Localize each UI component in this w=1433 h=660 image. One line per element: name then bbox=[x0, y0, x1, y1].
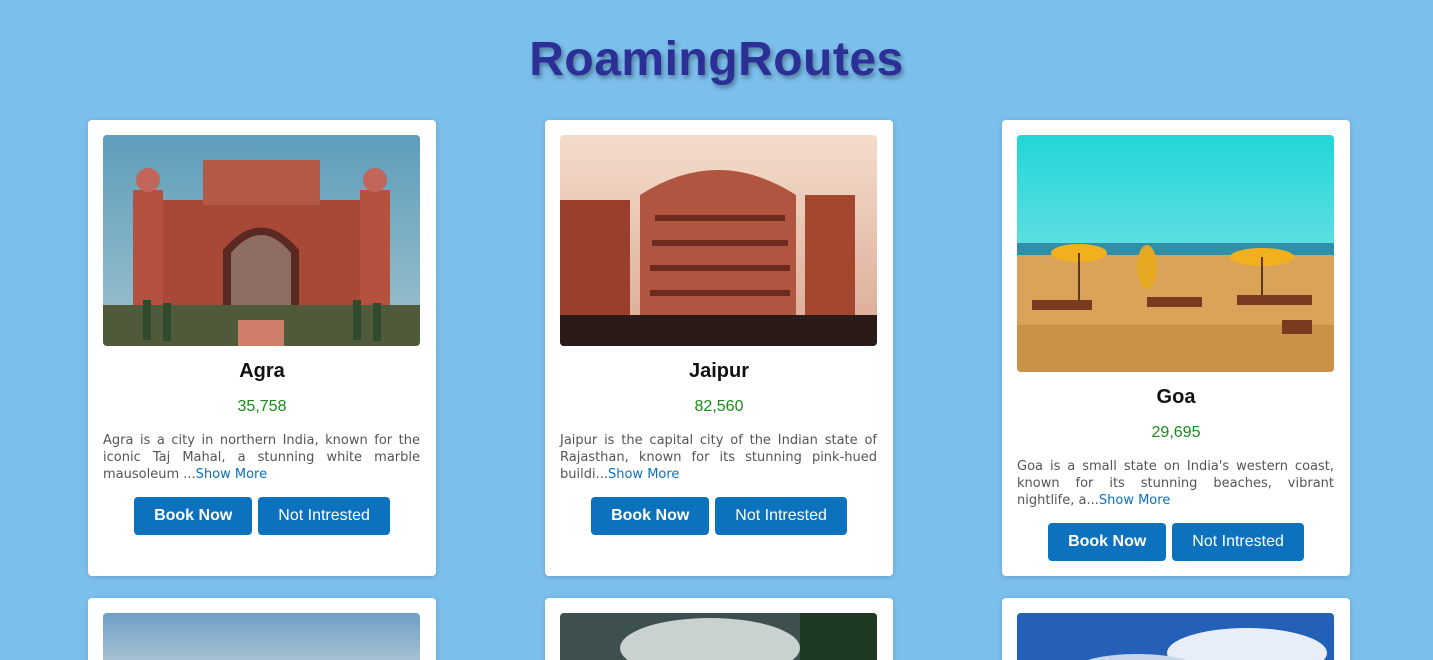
jaipur-photo bbox=[560, 135, 877, 346]
destination-card-goa: Goa 29,695 Goa is a small state on India… bbox=[1002, 120, 1350, 576]
book-now-button[interactable]: Book Now bbox=[134, 497, 253, 535]
city-name: Agra bbox=[239, 360, 285, 382]
description-text: Goa is a small state on India's western … bbox=[1017, 459, 1334, 508]
card-actions: Book Now Not Intrested bbox=[1002, 523, 1350, 561]
destination-card-jaipur: Jaipur 82,560 Jaipur is the capital city… bbox=[545, 120, 893, 576]
agra-photo bbox=[103, 135, 420, 346]
show-more-link[interactable]: Show More bbox=[608, 467, 679, 482]
not-interested-button[interactable]: Not Intrested bbox=[258, 497, 390, 535]
destination-card-row2-1 bbox=[88, 598, 436, 660]
destination-photo bbox=[103, 613, 420, 660]
not-interested-button[interactable]: Not Intrested bbox=[715, 497, 847, 535]
goa-photo bbox=[1017, 135, 1334, 372]
city-name: Jaipur bbox=[688, 360, 750, 382]
city-price: 29,695 bbox=[1151, 424, 1201, 441]
card-actions: Book Now Not Intrested bbox=[545, 497, 893, 535]
show-more-link[interactable]: Show More bbox=[1099, 493, 1170, 508]
city-price: 35,758 bbox=[237, 398, 287, 415]
destination-card-row2-3 bbox=[1002, 598, 1350, 660]
destination-card-row2-2 bbox=[545, 598, 893, 660]
destination-card-agra: Agra 35,758 Agra is a city in northern I… bbox=[88, 120, 436, 576]
book-now-button[interactable]: Book Now bbox=[591, 497, 710, 535]
city-description: Agra is a city in northern India, known … bbox=[103, 432, 420, 483]
card-actions: Book Now Not Intrested bbox=[88, 497, 436, 535]
show-more-link[interactable]: Show More bbox=[196, 467, 267, 482]
city-name: Goa bbox=[1156, 386, 1196, 408]
destination-photo bbox=[1017, 613, 1334, 660]
city-description: Goa is a small state on India's western … bbox=[1017, 458, 1334, 509]
city-description: Jaipur is the capital city of the Indian… bbox=[560, 432, 877, 483]
site-title: RoamingRoutes bbox=[529, 33, 904, 86]
not-interested-button[interactable]: Not Intrested bbox=[1172, 523, 1304, 561]
book-now-button[interactable]: Book Now bbox=[1048, 523, 1167, 561]
destination-photo bbox=[560, 613, 877, 660]
city-price: 82,560 bbox=[694, 398, 744, 415]
